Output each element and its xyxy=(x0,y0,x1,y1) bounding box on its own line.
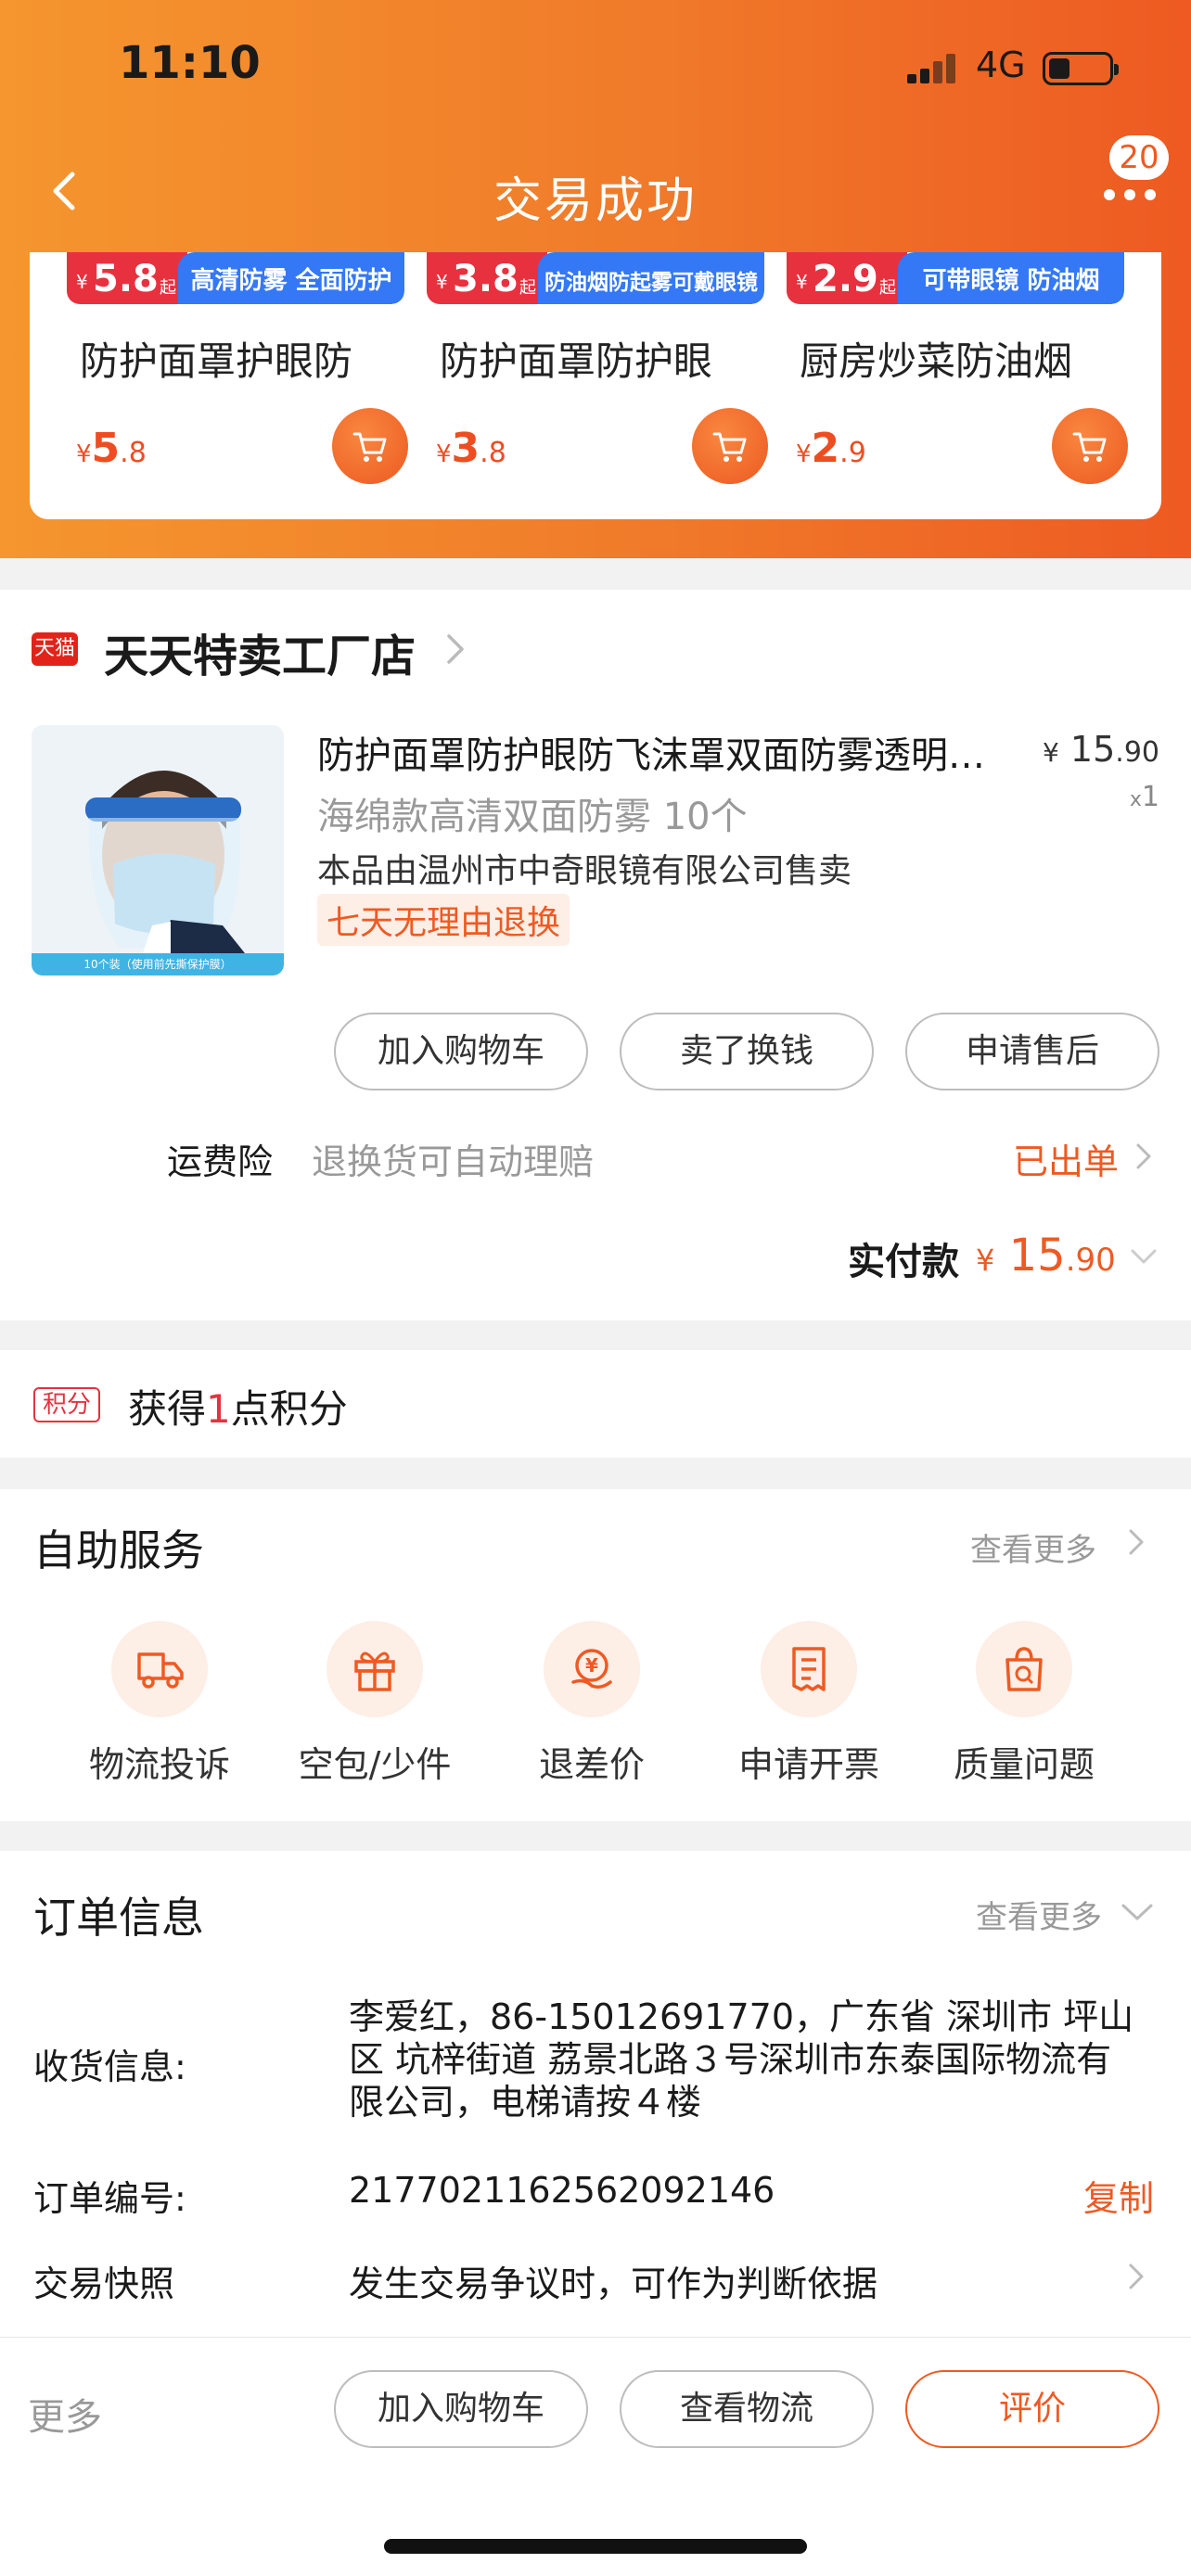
add-to-cart-button[interactable]: 加入购物车 xyxy=(334,1013,588,1090)
recommend-item[interactable]: ¥ 2.9 起 可带眼镜 防油烟 厨房炒菜防油烟 ¥2.9 xyxy=(787,252,1128,519)
copy-order-number-button[interactable]: 复制 xyxy=(1083,2170,1154,2221)
review-button[interactable]: 评价 xyxy=(905,2370,1159,2448)
promo-banner: ¥ 3.8 起 防油烟防起雾可戴眼镜 xyxy=(427,252,764,304)
home-indicator xyxy=(384,2539,807,2554)
recommend-item[interactable]: ¥ 3.8 起 防油烟防起雾可戴眼镜 防护面罩防护眼 ¥3.8 xyxy=(427,252,768,519)
cart-icon xyxy=(352,432,387,462)
recommend-item[interactable]: ¥ 5.8 起 高清防雾 全面防护 防护面罩护眼防 ¥5.8 xyxy=(67,252,408,519)
product-sku: 海绵款高清双面防雾 10个 xyxy=(317,796,748,838)
points-earned-text: 获得1点积分 xyxy=(128,1386,348,1432)
recommend-item-name: 防护面罩护眼防 xyxy=(80,338,353,384)
product-quantity: x1 xyxy=(1129,781,1159,813)
promo-banner: ¥ 5.8 起 高清防雾 全面防护 xyxy=(67,252,404,304)
receipt-icon xyxy=(792,1647,826,1691)
service-logistics-complaint[interactable]: 物流投诉 xyxy=(67,1621,252,1788)
order-number-label: 订单编号: xyxy=(33,2178,186,2219)
self-service-title: 自助服务 xyxy=(33,1525,204,1575)
page-title: 交易成功 xyxy=(493,173,698,229)
message-count-badge: 20 xyxy=(1109,135,1169,180)
return-policy-tag: 七天无理由退换 xyxy=(317,894,570,946)
snapshot-label: 交易快照 xyxy=(33,2264,175,2304)
service-price-refund[interactable]: ¥ 退差价 xyxy=(499,1621,685,1788)
product-image[interactable]: 10个装（使用前先撕保护膜） xyxy=(32,725,284,976)
recommend-item-price: ¥5.8 xyxy=(76,425,147,472)
self-service-more-link[interactable]: 查看更多 xyxy=(970,1524,1096,1570)
more-menu-button[interactable]: 20 xyxy=(1093,135,1171,210)
order-info-title: 订单信息 xyxy=(33,1893,204,1943)
recommend-item-name: 防护面罩防护眼 xyxy=(440,338,713,384)
truck-icon xyxy=(137,1652,184,1689)
snapshot-desc[interactable]: 发生交易争议时，可作为判断依据 xyxy=(349,2255,877,2306)
after-sales-button[interactable]: 申请售后 xyxy=(905,1013,1159,1090)
chevron-right-icon[interactable] xyxy=(1126,2261,1146,2292)
signal-icon xyxy=(907,54,963,83)
product-image-caption: 10个装（使用前先撕保护膜） xyxy=(32,953,284,976)
shipping-address-value: 李爱红，86-15012691770，广东省 深圳市 坪山 区 坑梓街道 荔景北… xyxy=(349,1996,1134,2123)
shipping-insurance-status[interactable]: 已出单 xyxy=(1013,1133,1119,1184)
chevron-down-icon[interactable] xyxy=(1128,1246,1159,1267)
chevron-down-icon[interactable] xyxy=(1119,1901,1156,1923)
order-info-more-link[interactable]: 查看更多 xyxy=(976,1892,1102,1937)
view-logistics-button[interactable]: 查看物流 xyxy=(620,2370,874,2448)
shipping-address-label: 收货信息: xyxy=(33,2047,186,2087)
service-quality-issue[interactable]: 质量问题 xyxy=(931,1621,1117,1788)
tmall-badge: 天猫 xyxy=(32,632,78,666)
more-dots-icon xyxy=(1104,189,1159,202)
amount-paid-value: ¥ 15.90 xyxy=(976,1230,1116,1282)
recommendation-card: ¥ 5.8 起 高清防雾 全面防护 防护面罩护眼防 ¥5.8 ¥ 3.8 起 防… xyxy=(30,252,1161,519)
product-title[interactable]: 防护面罩防护眼防飞沫罩双面防雾透明面屏 xyxy=(317,725,1004,779)
add-to-cart-button[interactable] xyxy=(692,408,768,484)
product-price: ¥ 15.90 xyxy=(1043,729,1159,770)
svg-text:¥: ¥ xyxy=(585,1654,598,1677)
quality-bag-icon xyxy=(1005,1647,1043,1691)
chevron-right-icon[interactable] xyxy=(1126,1526,1146,1558)
refund-icon: ¥ xyxy=(571,1649,612,1690)
amount-paid-label: 实付款 xyxy=(848,1241,959,1283)
add-to-cart-button[interactable] xyxy=(1052,408,1128,484)
shipping-insurance-label: 运费险 xyxy=(167,1141,274,1182)
recommend-item-price: ¥2.9 xyxy=(796,425,866,472)
recommend-item-name: 厨房炒菜防油烟 xyxy=(800,338,1073,384)
shipping-insurance-desc: 退换货可自动理赔 xyxy=(312,1141,595,1182)
network-label: 4G xyxy=(976,45,1026,85)
order-number-value: 2177021162562092146 xyxy=(349,2170,775,2211)
service-missing-items[interactable]: 空包/少件 xyxy=(282,1621,467,1788)
product-seller: 本品由温州市中奇眼镜有限公司售卖 xyxy=(317,852,852,890)
cart-icon xyxy=(1072,432,1107,462)
gift-icon xyxy=(354,1651,395,1691)
bottom-more-link[interactable]: 更多 xyxy=(28,2387,102,2441)
cart-icon xyxy=(712,432,747,462)
recommend-item-price: ¥3.8 xyxy=(436,425,506,472)
promo-banner: ¥ 2.9 起 可带眼镜 防油烟 xyxy=(787,252,1124,304)
points-tag: 积分 xyxy=(33,1387,100,1422)
add-to-cart-bottom-button[interactable]: 加入购物车 xyxy=(334,2370,588,2448)
store-name[interactable]: 天天特卖工厂店 xyxy=(104,619,416,684)
face-shield-product-photo xyxy=(32,725,284,953)
status-time: 11:10 xyxy=(119,37,261,89)
chevron-right-icon[interactable] xyxy=(1133,1141,1154,1172)
battery-icon xyxy=(1043,52,1119,85)
add-to-cart-button[interactable] xyxy=(332,408,408,484)
chevron-right-icon[interactable] xyxy=(443,631,467,668)
resell-button[interactable]: 卖了换钱 xyxy=(620,1013,874,1090)
service-request-invoice[interactable]: 申请开票 xyxy=(716,1621,902,1788)
